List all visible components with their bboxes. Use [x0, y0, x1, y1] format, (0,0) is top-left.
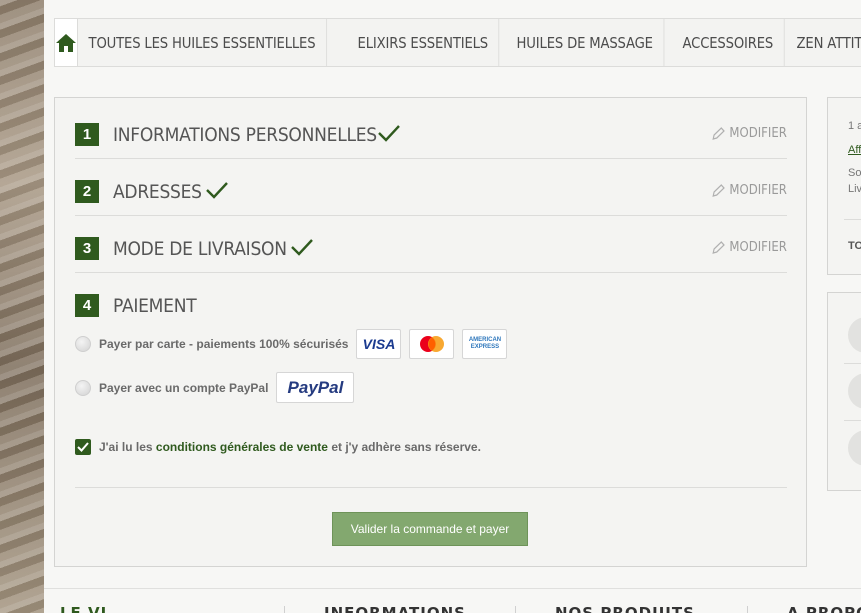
return-icon [848, 430, 861, 466]
checkmark-icon [77, 442, 89, 452]
terms-checkbox[interactable] [75, 439, 91, 455]
modify-label: MODIFIER [729, 183, 787, 198]
reassurance-panel [827, 292, 861, 491]
step-title: MODE DE LIVRAISON [113, 238, 287, 260]
divider [75, 487, 787, 488]
summary-line2: So [848, 167, 861, 179]
terms-text: J'ai lu les conditions générales de vent… [99, 440, 481, 454]
summary-line3: Liv [848, 183, 861, 195]
footer-heading-apropos: A PROPO [787, 604, 861, 613]
submit-order-button[interactable]: Valider la commande et payer [332, 512, 528, 546]
divider [844, 363, 861, 364]
payment-option-card[interactable]: Payer par carte - paiements 100% sécuris… [75, 329, 508, 359]
terms-row: J'ai lu les conditions générales de vent… [75, 439, 481, 455]
footer-divider [44, 588, 861, 589]
home-icon [56, 33, 76, 52]
pencil-icon [712, 126, 725, 140]
amex-line1: AMERICAN [468, 337, 502, 343]
truck-icon [848, 373, 861, 409]
check-icon [206, 182, 228, 199]
summary-line1: 1 a [848, 120, 861, 132]
nav-item-elixirs[interactable]: ELIXIRS ESSENTIELS [347, 19, 500, 66]
payment-option-paypal[interactable]: Payer avec un compte PayPal PayPal [75, 372, 355, 403]
footer-logo-text: LE VI [60, 604, 108, 613]
step-title: INFORMATIONS PERSONNELLES [113, 124, 377, 146]
modify-label: MODIFIER [729, 240, 787, 255]
step-number: 4 [75, 294, 99, 317]
step-payment: 4 PAIEMENT [75, 273, 787, 330]
checkout-panel: 1 INFORMATIONS PERSONNELLES MODIFIER 2 A… [54, 97, 807, 567]
step-number: 2 [75, 180, 99, 203]
step-personal-info: 1 INFORMATIONS PERSONNELLES MODIFIER [75, 102, 787, 159]
sand-background [0, 0, 44, 613]
summary-total: TO [848, 240, 861, 252]
step-number: 3 [75, 237, 99, 260]
paypal-text: PayPal [287, 377, 344, 397]
order-summary-panel: 1 a Aff So Liv TO [827, 97, 861, 275]
card-radio[interactable] [75, 336, 91, 352]
summary-divider [844, 219, 861, 220]
check-icon [378, 125, 400, 142]
footer-separator [515, 606, 516, 613]
step-number: 1 [75, 123, 99, 146]
terms-prefix: J'ai lu les [99, 440, 153, 454]
shield-icon [848, 317, 861, 353]
footer-heading-informations: INFORMATIONS [324, 604, 466, 613]
home-button[interactable] [55, 19, 78, 66]
footer-heading-produits: NOS PRODUITS [555, 604, 695, 613]
amex-line2: EXPRESS [470, 344, 500, 350]
step-title: PAIEMENT [113, 295, 197, 317]
footer-separator [747, 606, 748, 613]
nav-item-huiles-massage[interactable]: HUILES DE MASSAGE [506, 19, 665, 66]
terms-link[interactable]: conditions générales de vente [156, 440, 328, 454]
visa-text: VISA [362, 336, 396, 352]
summary-link[interactable]: Aff [848, 144, 861, 156]
step-title: ADRESSES [113, 181, 202, 203]
modify-label: MODIFIER [729, 126, 787, 141]
nav-item-zen-attitude[interactable]: ZEN ATTITUDE [786, 19, 861, 66]
nav-item-accessoires[interactable]: ACCESSOIRES [672, 19, 785, 66]
mastercard-logo [409, 329, 455, 359]
amex-logo: AMERICAN EXPRESS [462, 329, 508, 359]
paypal-option-label: Payer avec un compte PayPal [99, 380, 269, 395]
nav-links: TOUTES LES HUILES ESSENTIELLES ELIXIRS E… [78, 19, 861, 66]
pencil-icon [712, 183, 725, 197]
modify-button[interactable]: MODIFIER [712, 240, 787, 255]
pencil-icon [712, 240, 725, 254]
visa-logo: VISA [356, 329, 402, 359]
paypal-logo: PayPal [276, 372, 355, 403]
footer-separator [284, 606, 285, 613]
main-nav: TOUTES LES HUILES ESSENTIELLES ELIXIRS E… [54, 18, 861, 67]
divider [844, 420, 861, 421]
terms-suffix: et j'y adhère sans réserve. [331, 440, 481, 454]
nav-item-huiles-essentielles[interactable]: TOUTES LES HUILES ESSENTIELLES [78, 19, 327, 66]
modify-button[interactable]: MODIFIER [712, 183, 787, 198]
step-addresses: 2 ADRESSES MODIFIER [75, 159, 787, 216]
modify-button[interactable]: MODIFIER [712, 126, 787, 141]
check-icon [291, 239, 313, 256]
paypal-radio[interactable] [75, 379, 91, 396]
mastercard-icon [419, 336, 444, 352]
page: TOUTES LES HUILES ESSENTIELLES ELIXIRS E… [44, 0, 861, 613]
step-shipping: 3 MODE DE LIVRAISON MODIFIER [75, 216, 787, 273]
card-option-label: Payer par carte - paiements 100% sécuris… [99, 337, 349, 351]
